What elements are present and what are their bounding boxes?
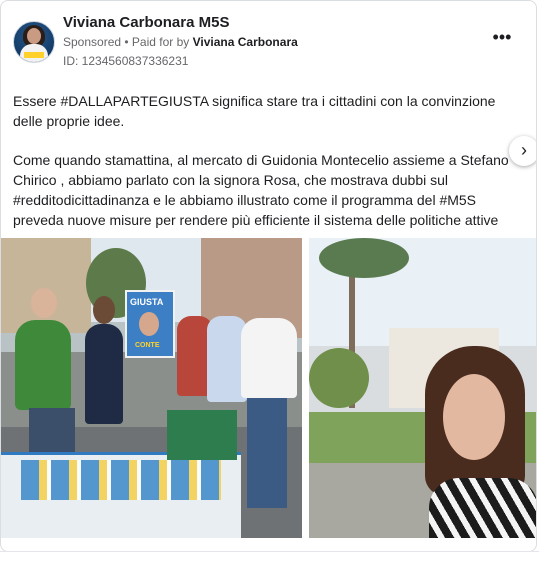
avatar[interactable]	[13, 21, 55, 63]
campaign-poster: GIUSTA CONTE	[125, 290, 175, 358]
leaflets	[21, 460, 221, 500]
selfie-photo[interactable]	[309, 238, 536, 538]
person-head	[31, 288, 57, 318]
person-white-shirt	[241, 318, 297, 398]
ad-card: Viviana Carbonara M5S Sponsored • Paid f…	[0, 0, 537, 552]
post-header: Viviana Carbonara M5S Sponsored • Paid f…	[13, 13, 524, 73]
garden-tree	[309, 348, 369, 408]
poster-name: CONTE	[135, 342, 160, 349]
more-options-icon[interactable]: •••	[490, 27, 514, 51]
paid-for-prefix: Paid for by	[131, 35, 193, 49]
poster-title: GIUSTA	[130, 297, 164, 307]
payer-name[interactable]: Viviana Carbonara	[193, 35, 298, 49]
person-jeans-2	[247, 398, 287, 508]
avatar-face	[27, 28, 41, 44]
green-chair	[167, 410, 237, 460]
selfie-top	[429, 478, 536, 538]
building-left	[1, 238, 91, 333]
meta-separator: •	[121, 35, 132, 49]
divider	[0, 551, 539, 552]
person-green-shirt	[15, 320, 71, 410]
post-paragraph-1: Essere #DALLAPARTEGIUSTA significa stare…	[13, 93, 496, 129]
media-carousel: GIUSTA CONTE	[1, 238, 536, 538]
sponsored-label: Sponsored	[63, 35, 122, 49]
post-text: Essere #DALLAPARTEGIUSTA significa stare…	[13, 91, 525, 249]
person-dark-dress	[85, 324, 123, 424]
person-head-2	[93, 296, 115, 324]
avatar-badge	[24, 52, 44, 58]
page-name[interactable]: Viviana Carbonara M5S	[63, 14, 229, 31]
palm-leaves	[319, 238, 409, 278]
chevron-right-icon[interactable]: ›	[509, 136, 536, 166]
sponsored-line: Sponsored • Paid for by Viviana Carbonar…	[63, 35, 298, 49]
campaign-stand-photo[interactable]: GIUSTA CONTE	[1, 238, 302, 538]
ad-id: ID: 1234560837336231	[63, 54, 189, 68]
selfie-face	[443, 374, 505, 460]
post-paragraph-2: Come quando stamattina, al mercato di Gu…	[13, 152, 509, 228]
poster-face	[139, 312, 159, 336]
